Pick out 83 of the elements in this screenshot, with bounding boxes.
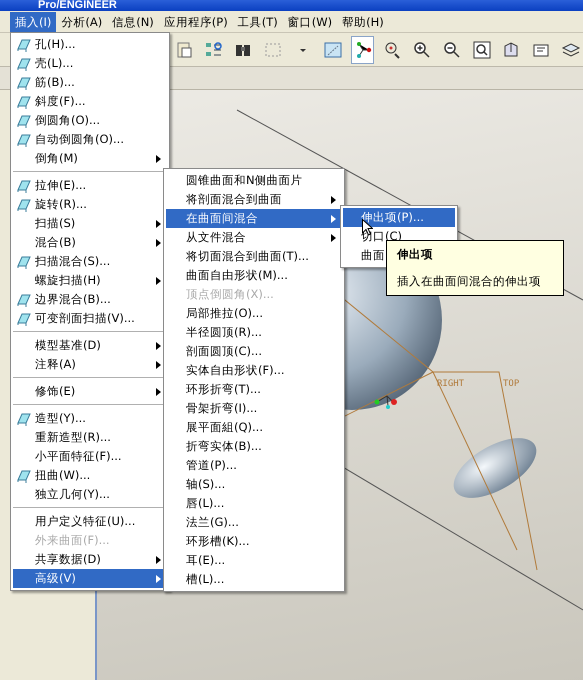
menu-item[interactable]: 注释(A) (13, 355, 167, 374)
menu-item[interactable]: 实体自由形状(F)... (166, 361, 342, 380)
menu-item[interactable]: 混合(B) (13, 233, 167, 252)
menu-item[interactable]: 可变剖面扫描(V)... (13, 309, 167, 328)
menu-item[interactable]: 唇(L)... (166, 494, 342, 513)
menu-title[interactable]: 信息(N) (107, 12, 159, 32)
menu-item[interactable]: 斜度(F)... (13, 92, 167, 111)
feature-icon (16, 94, 32, 110)
submenu-arrow-icon (331, 196, 336, 204)
menu-item[interactable]: 从文件混合 (166, 228, 342, 247)
feature-icon (16, 132, 32, 148)
feature-icon (16, 410, 32, 426)
axis-triad-icon (374, 395, 397, 409)
feature-icon (16, 74, 32, 90)
feature-icon (16, 112, 32, 128)
submenu-arrow-icon (156, 574, 161, 582)
submenu-arrow-icon (156, 342, 161, 350)
menu-item[interactable]: 环形折弯(T)... (166, 380, 342, 399)
submenu-arrow-icon (156, 556, 161, 564)
menu-item[interactable]: 自动倒圆角(O)... (13, 130, 167, 149)
menu-item[interactable]: 骨架折弯(I)... (166, 399, 342, 418)
menu-item[interactable]: 将剖面混合到曲面 (166, 190, 342, 209)
menu-title[interactable]: 窗口(W) (282, 12, 338, 32)
menu-item[interactable]: 螺旋扫描(H) (13, 271, 167, 290)
menu-item[interactable]: 耳(E)... (166, 551, 342, 570)
submenu-arrow-icon (156, 360, 161, 368)
menu-item[interactable]: 倒角(M) (13, 149, 167, 168)
datum-label: TOP (503, 378, 520, 389)
menu-item[interactable]: 共享数据(D) (13, 550, 167, 569)
submenu-arrow-icon (156, 276, 161, 284)
menu-item[interactable]: 扭曲(W)... (13, 466, 167, 485)
menu-item[interactable]: 修饰(E) (13, 382, 167, 401)
menu-item[interactable]: 法兰(G)... (166, 513, 342, 532)
feature-icon (16, 196, 32, 212)
menu-item[interactable]: 局部推拉(O)... (166, 304, 342, 323)
menu-item[interactable]: 用户定义特征(U)... (13, 512, 167, 531)
feature-icon (16, 468, 32, 484)
feature-icon (16, 56, 32, 72)
menu-item[interactable]: 扫描(S) (13, 214, 167, 233)
menu-item[interactable]: 轴(S)... (166, 475, 342, 494)
submenu-arrow-icon (331, 234, 336, 242)
menu-item[interactable]: 扫描混合(S)... (13, 252, 167, 271)
menu-title[interactable]: 工具(T) (232, 12, 283, 32)
menu-item[interactable]: 拉伸(E)... (13, 176, 167, 195)
menu-item[interactable]: 在曲面间混合 (166, 209, 342, 228)
feature-icon (16, 292, 32, 308)
feature-icon (16, 178, 32, 194)
submenu-arrow-icon (156, 154, 161, 162)
menu-item[interactable]: 孔(H)... (13, 35, 167, 54)
menu-item[interactable]: 造型(Y)... (13, 409, 167, 428)
menu-item[interactable]: 旋转(R)... (13, 195, 167, 214)
menu-item[interactable]: 剖面圆顶(C)... (166, 342, 342, 361)
menu-item[interactable]: 环形槽(K)... (166, 532, 342, 551)
submenu-arrow-icon (156, 238, 161, 246)
menu-item[interactable]: 圆锥曲面和N侧曲面片 (166, 171, 342, 190)
submenu-arrow-icon (156, 388, 161, 396)
tooltip-text: 插入在曲面间混合的伸出项 (397, 274, 542, 289)
axes-icon[interactable] (350, 36, 374, 64)
submenu-arrow-icon (156, 220, 161, 228)
menu-item[interactable]: 倒圆角(O)... (13, 111, 167, 130)
menu-item[interactable]: 将切面混合到曲面(T)... (166, 247, 342, 266)
feature-icon (16, 36, 32, 52)
menu-item[interactable]: 曲面自由形状(M)... (166, 266, 342, 285)
feature-icon (16, 254, 32, 270)
menu-title[interactable]: 分析(A) (56, 12, 108, 32)
menu-item[interactable]: 重新造型(R)... (13, 428, 167, 447)
feature-icon (16, 310, 32, 326)
window-title: Pro/ENGINEER (0, 0, 583, 11)
menu-item[interactable]: 小平面特征(F)... (13, 447, 167, 466)
menu-title[interactable]: 帮助(H) (337, 12, 389, 32)
menu-item[interactable]: 半径圆顶(R)... (166, 323, 342, 342)
menu-item[interactable]: 边界混合(B)... (13, 290, 167, 309)
menu-title[interactable]: 应用程序(P) (158, 12, 233, 32)
menu-item[interactable]: 折弯实体(B)... (166, 437, 342, 456)
menu-item[interactable]: 壳(L)... (13, 54, 167, 73)
menu-title[interactable]: 插入(I) (10, 12, 56, 32)
menu-item[interactable]: 槽(L)... (166, 570, 342, 589)
menu-item[interactable]: 独立几何(Y)... (13, 485, 167, 504)
menu-item[interactable]: 展平面組(Q)... (166, 418, 342, 437)
submenu-arrow-icon (331, 214, 336, 222)
tooltip-title: 伸出项 (397, 247, 434, 262)
menu-item[interactable]: 模型基准(D) (13, 336, 167, 355)
menu-item[interactable]: 管道(P)... (166, 456, 342, 475)
